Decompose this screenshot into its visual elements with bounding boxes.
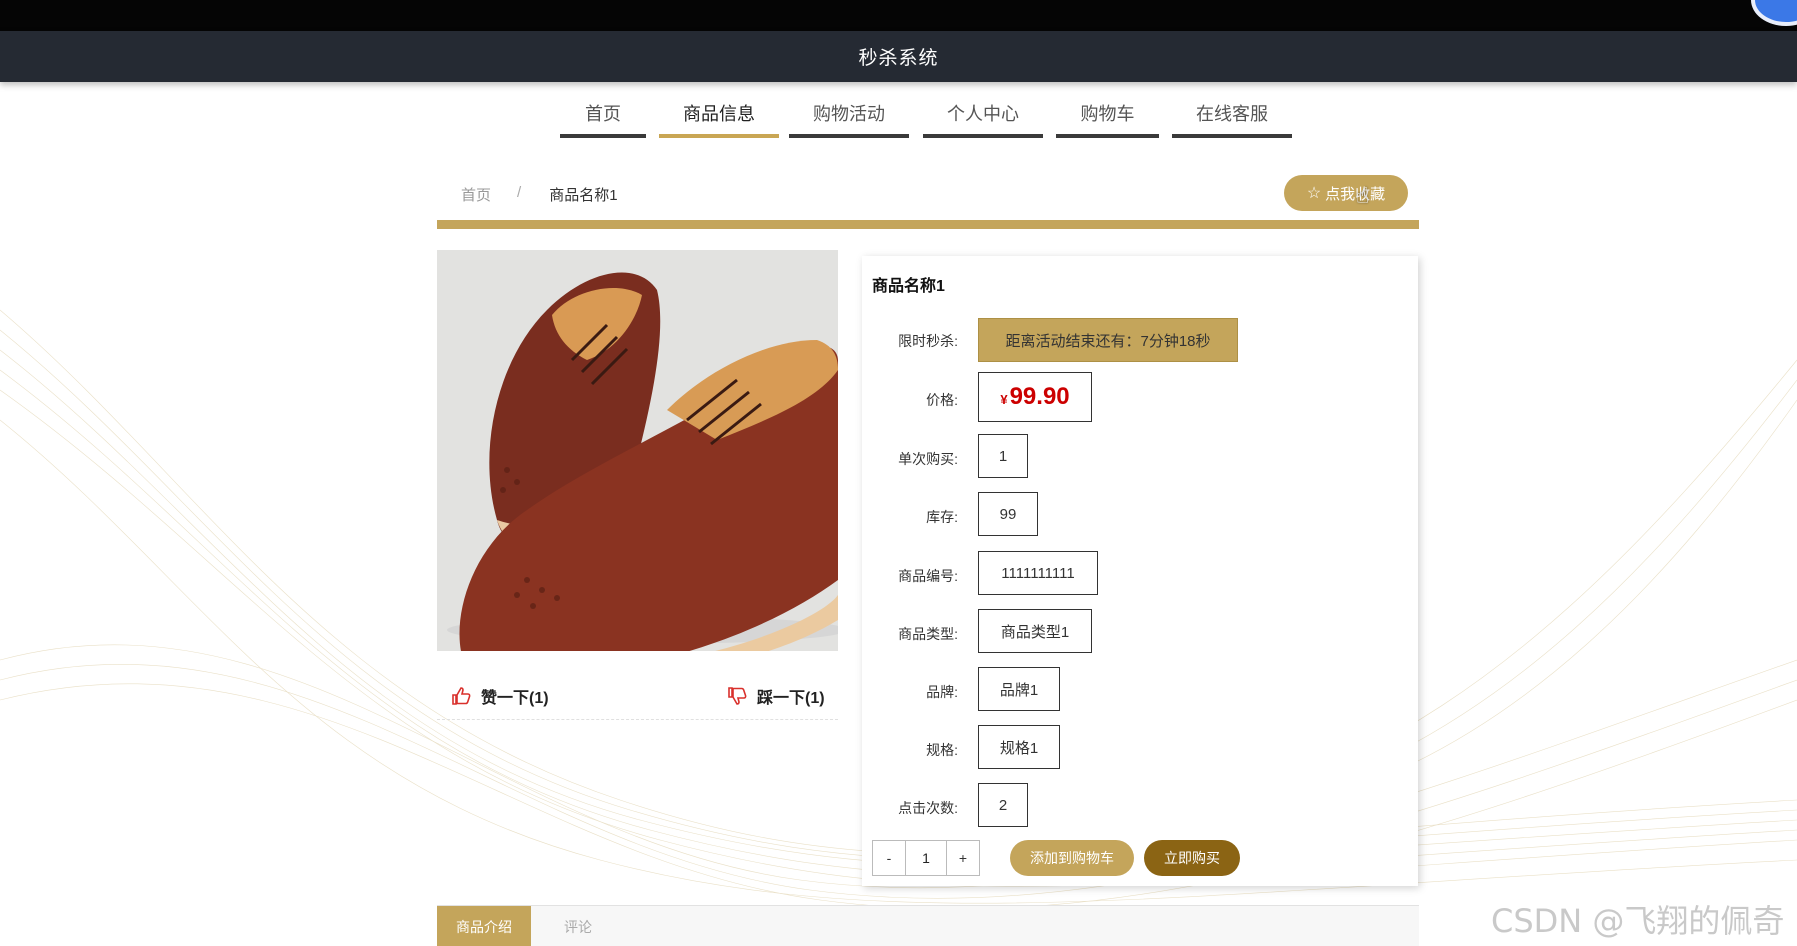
gold-divider xyxy=(437,220,1419,229)
price-label: 价格: xyxy=(926,392,958,408)
nav-item-product-info[interactable]: 商品信息 xyxy=(659,92,779,138)
site-title: 秒杀系统 xyxy=(858,48,939,69)
breadcrumb-home[interactable]: 首页 xyxy=(461,184,491,205)
click-count-label: 点击次数: xyxy=(898,800,958,816)
product-code-label: 商品编号: xyxy=(898,568,958,584)
like-button[interactable]: 赞一下(1) xyxy=(451,684,549,708)
single-purchase-label: 单次购买: xyxy=(898,451,958,467)
brand-value: 品牌1 xyxy=(978,667,1060,711)
spec-label: 规格: xyxy=(926,742,958,758)
site-header: 秒杀系统 xyxy=(0,31,1797,82)
nav-item-cart[interactable]: 购物车 xyxy=(1056,92,1159,138)
breadcrumb-current: 商品名称1 xyxy=(549,187,618,204)
add-to-cart-button[interactable]: 添加到购物车 xyxy=(1010,840,1134,876)
dislike-button[interactable]: 踩一下(1) xyxy=(727,684,825,708)
favorite-button[interactable]: ☆ 点我收藏 xyxy=(1284,175,1408,211)
thumbs-up-icon xyxy=(452,687,471,705)
product-name: 商品名称1 xyxy=(872,278,945,295)
breadcrumb-separator: / xyxy=(517,184,522,201)
buy-now-button[interactable]: 立即购买 xyxy=(1144,840,1240,876)
quantity-minus-button[interactable]: - xyxy=(872,840,906,876)
flash-sale-label: 限时秒杀: xyxy=(898,333,958,349)
quantity-stepper: - 1 + xyxy=(872,840,980,876)
csdn-watermark: CSDN @飞翔的佩奇 xyxy=(1491,902,1785,940)
nav-item-shopping-activity[interactable]: 购物活动 xyxy=(789,92,909,138)
brand-label: 品牌: xyxy=(926,684,958,700)
price-value: 99.90 xyxy=(1009,383,1070,410)
click-count-value: 2 xyxy=(978,783,1028,827)
quantity-input[interactable]: 1 xyxy=(906,840,946,876)
product-image xyxy=(437,250,838,651)
thumbs-down-icon xyxy=(728,687,747,705)
nav-item-home[interactable]: 首页 xyxy=(560,92,646,138)
nav-item-personal-center[interactable]: 个人中心 xyxy=(923,92,1043,138)
spec-value: 规格1 xyxy=(978,725,1060,769)
hand-cursor-icon: ☝ xyxy=(1356,183,1370,208)
tab-product-intro[interactable]: 商品介绍 xyxy=(437,906,531,946)
product-type-value: 商品类型1 xyxy=(978,609,1092,653)
stock-value: 99 xyxy=(978,492,1038,536)
detail-tabs: 商品介绍 评论 xyxy=(437,905,1419,946)
breadcrumb: 首页 / 商品名称1 xyxy=(461,184,618,205)
flash-sale-countdown: 距离活动结束还有：7分钟18秒 xyxy=(978,318,1238,362)
shoe-image xyxy=(437,250,838,651)
tab-comments[interactable]: 评论 xyxy=(531,906,625,946)
vote-row: 赞一下(1) 踩一下(1) xyxy=(437,670,838,720)
single-purchase-value: 1 xyxy=(978,434,1028,478)
browser-top-bar xyxy=(0,0,1797,31)
product-code-value: 1111111111 xyxy=(978,551,1098,595)
quantity-plus-button[interactable]: + xyxy=(946,840,980,876)
product-info-panel: 商品名称1 限时秒杀: 距离活动结束还有：7分钟18秒 价格: ¥99.90 单… xyxy=(862,256,1418,886)
star-icon: ☆ xyxy=(1306,185,1322,202)
product-type-label: 商品类型: xyxy=(898,626,958,642)
price-box: ¥99.90 xyxy=(978,372,1092,422)
stock-label: 库存: xyxy=(926,509,958,525)
nav-item-online-service[interactable]: 在线客服 xyxy=(1172,92,1292,138)
